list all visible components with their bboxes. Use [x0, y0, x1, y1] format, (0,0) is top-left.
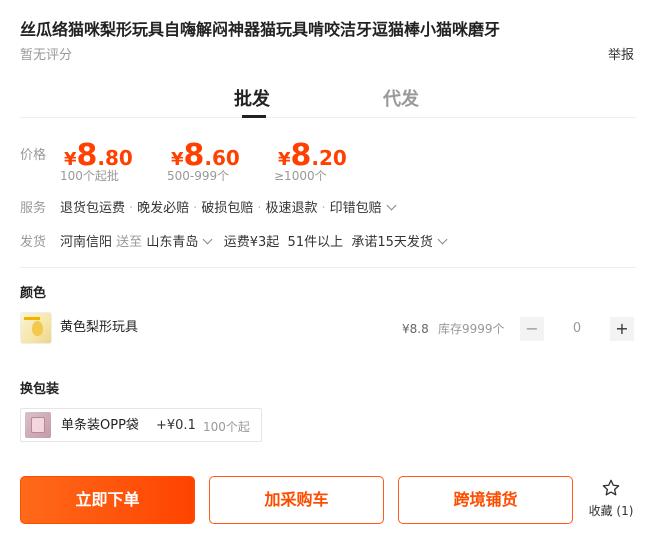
report-link[interactable]: 举报	[608, 46, 634, 66]
thumb-pear	[32, 321, 43, 336]
tab-dropship[interactable]: 代发	[383, 86, 419, 114]
packaging-price: +¥0.1	[156, 418, 196, 433]
shipping-freight: 运费¥3起	[223, 235, 280, 250]
shipping-to-label: 送至	[116, 235, 143, 250]
shipping-promise: 承诺15天发货	[351, 235, 433, 250]
price-decimal: .60	[204, 146, 240, 170]
sku-name: 黄色梨形玩具	[60, 320, 139, 335]
quantity-minus-button[interactable]: −	[520, 317, 544, 341]
currency-symbol: ¥	[64, 149, 77, 170]
star-icon	[602, 479, 620, 496]
chevron-down-icon	[437, 234, 448, 245]
service-separator: ·	[321, 201, 326, 216]
tab-wholesale[interactable]: 批发	[234, 86, 270, 114]
add-to-cart-button[interactable]: 加采购车	[209, 476, 384, 524]
rating-text: 暂无评分	[20, 48, 73, 63]
shipping-destination: 山东青岛	[146, 235, 199, 250]
packaging-min-order: 100个起	[203, 420, 250, 434]
shipping-label: 发货	[20, 235, 47, 250]
service-separator: ·	[193, 201, 198, 216]
price-tier-range: ≥1000个	[274, 169, 327, 183]
shipping-promise-selector[interactable]: 承诺15天发货	[351, 234, 448, 250]
price-tier-range: 500-999个	[167, 169, 230, 183]
sku-price: ¥8.8	[402, 322, 429, 336]
currency-symbol: ¥	[278, 149, 291, 170]
packaging-section-title: 换包装	[20, 382, 60, 397]
price-decimal: .80	[97, 146, 133, 170]
cross-border-button[interactable]: 跨境铺货	[398, 476, 573, 524]
service-item: 极速退款	[265, 201, 318, 216]
mode-tabs: 批发 代发	[20, 86, 636, 118]
shipping-origin: 河南信阳	[60, 235, 113, 250]
bag-graphic	[31, 417, 45, 433]
quantity-input[interactable]: 0	[546, 317, 608, 341]
services-list[interactable]: 退货包运费 · 晚发必赔 · 破损包赔 · 极速退款 · 印错包赔	[60, 199, 397, 219]
price-label: 价格	[20, 148, 47, 163]
favorite-button[interactable]: 收藏 (1)	[585, 478, 637, 522]
packaging-name: 单条装OPP袋	[61, 418, 139, 433]
favorite-label: 收藏 (1)	[588, 504, 634, 518]
quantity-plus-button[interactable]: +	[610, 317, 634, 341]
price-tier-range: 100个起批	[60, 169, 119, 183]
services-label: 服务	[20, 201, 47, 216]
chevron-down-icon	[202, 234, 213, 245]
packaging-thumbnail	[25, 412, 51, 438]
color-section-title: 颜色	[20, 286, 47, 301]
buy-now-button[interactable]: 立即下单	[20, 476, 195, 524]
sku-stock: 库存9999个	[438, 322, 505, 336]
shipping-freight-condition: 51件以上	[287, 235, 344, 250]
destination-selector[interactable]: 山东青岛	[146, 234, 213, 250]
sku-thumbnail	[20, 312, 52, 344]
service-separator: ·	[129, 201, 134, 216]
service-separator: ·	[257, 201, 262, 216]
packaging-option[interactable]: 单条装OPP袋 +¥0.1 100个起	[20, 408, 262, 442]
product-title: 丝瓜络猫咪梨形玩具自嗨解闷神器猫玩具啃咬洁牙逗猫棒小猫咪磨牙	[20, 20, 501, 39]
chevron-down-icon	[386, 200, 397, 211]
service-item: 印错包赔	[329, 201, 382, 216]
divider	[20, 267, 636, 268]
active-tab-underline	[242, 115, 266, 118]
thumb-band	[24, 317, 40, 320]
service-item: 破损包赔	[201, 201, 254, 216]
price-decimal: .20	[311, 146, 347, 170]
currency-symbol: ¥	[171, 149, 184, 170]
service-item: 退货包运费	[60, 201, 126, 216]
service-item: 晚发必赔	[137, 201, 190, 216]
shipping-info: 河南信阳 送至 山东青岛 运费¥3起 51件以上 承诺15天发货	[60, 233, 448, 253]
